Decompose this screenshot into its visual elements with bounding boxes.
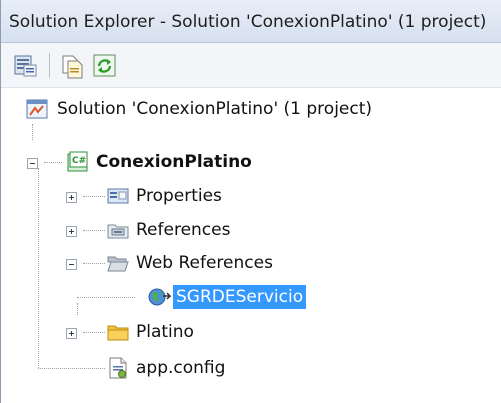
properties-folder-icon <box>107 185 129 207</box>
references-icon <box>107 219 129 241</box>
folder-icon <box>107 321 129 343</box>
tree-node-solution[interactable]: Solution 'ConexionPlatino' (1 project) <box>1 94 501 124</box>
expand-icon[interactable] <box>66 192 77 203</box>
open-folder-icon <box>107 252 129 274</box>
tree-node-platino[interactable]: Platino <box>1 317 501 347</box>
config-label: app.config <box>136 358 226 378</box>
collapse-icon[interactable] <box>66 259 77 270</box>
tree-node-properties[interactable]: Properties <box>1 181 501 211</box>
solution-icon <box>26 98 48 120</box>
solution-tree: Solution 'ConexionPlatino' (1 project) C… <box>1 88 501 403</box>
expand-icon[interactable] <box>66 226 77 237</box>
web-service-globe-icon <box>147 286 172 308</box>
properties-icon[interactable] <box>13 53 39 79</box>
title-bar: Solution Explorer - Solution 'ConexionPl… <box>1 0 501 43</box>
solution-explorer-window: Solution Explorer - Solution 'ConexionPl… <box>0 0 501 403</box>
toolbar <box>1 43 501 88</box>
tree-node-project[interactable]: C# ConexionPlatino <box>1 147 501 177</box>
csharp-project-icon: C# <box>67 151 89 173</box>
web-references-label: Web References <box>136 253 273 273</box>
tree-node-service[interactable]: SGRDEServicio <box>1 282 501 312</box>
solution-label: Solution 'ConexionPlatino' (1 project) <box>57 99 373 119</box>
expand-icon[interactable] <box>66 328 77 339</box>
service-label: SGRDEServicio <box>173 285 307 309</box>
window-title: Solution Explorer - Solution 'ConexionPl… <box>9 12 487 32</box>
toolbar-separator <box>49 53 50 78</box>
tree-node-references[interactable]: References <box>1 215 501 245</box>
tree-node-config[interactable]: app.config <box>1 353 501 383</box>
show-all-files-icon[interactable] <box>59 53 85 79</box>
properties-label: Properties <box>136 186 222 206</box>
platino-label: Platino <box>136 322 194 342</box>
svg-text:C#: C# <box>72 156 86 166</box>
tree-guide-line <box>32 124 33 140</box>
references-label: References <box>136 220 231 240</box>
refresh-icon[interactable] <box>92 53 118 79</box>
tree-node-web-references[interactable]: Web References <box>1 248 501 278</box>
config-file-icon <box>107 357 129 379</box>
collapse-icon[interactable] <box>27 158 38 169</box>
project-label: ConexionPlatino <box>96 152 252 172</box>
